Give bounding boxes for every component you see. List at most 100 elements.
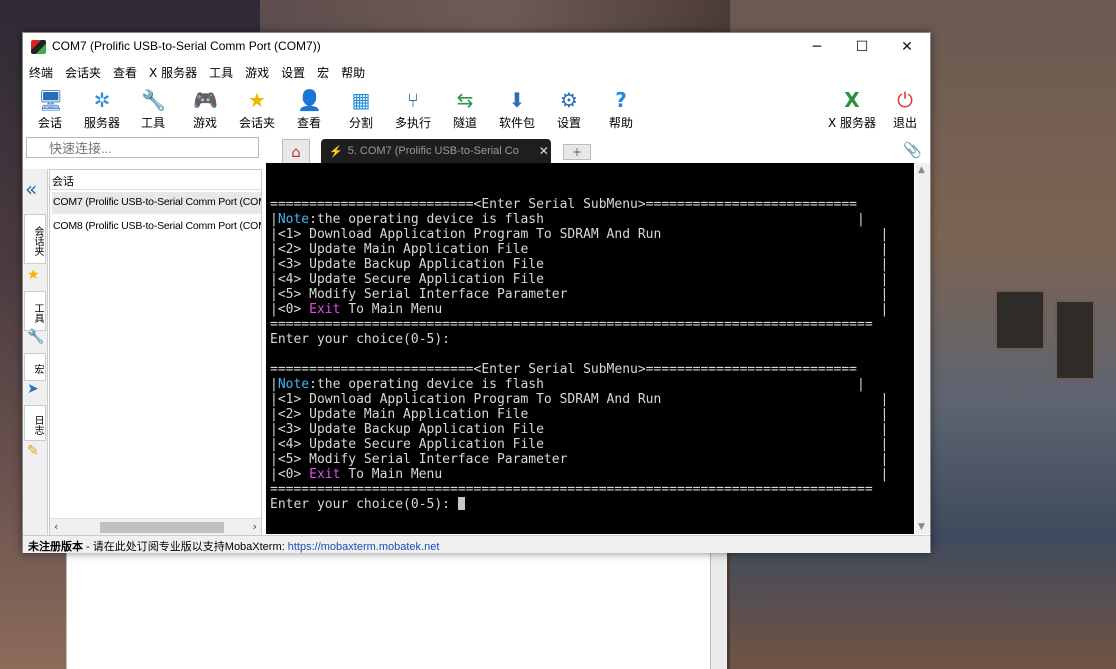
terminal-line: |<4> Update Secure Application File | bbox=[270, 272, 888, 287]
terminal-line: |<3> Update Backup Application File | bbox=[270, 422, 888, 437]
menu-tools[interactable]: 工具 bbox=[209, 64, 233, 81]
terminal-text: Note bbox=[277, 377, 310, 392]
minimize-icon: ─ bbox=[812, 39, 822, 55]
sessions-horizontal-scrollbar[interactable]: ‹ › bbox=[50, 518, 261, 535]
terminal-cursor bbox=[457, 497, 465, 510]
sidebar-tab-strip: « 会话夹 ★ 工具 🔧 宏 ➤ 日志 ✎ bbox=[23, 169, 48, 536]
sidebar-tab-sessions[interactable]: 会话夹 bbox=[24, 214, 46, 264]
home-tab[interactable]: ⌂ bbox=[282, 139, 310, 163]
view-button[interactable]: 👤 查看 bbox=[283, 86, 335, 132]
close-button[interactable]: ✕ bbox=[884, 33, 930, 61]
minimize-button[interactable]: ─ bbox=[794, 33, 840, 61]
terminal-text: To Main Menu | bbox=[340, 467, 889, 482]
terminal-line: |Note:the operating device is flash | bbox=[270, 377, 888, 392]
tab-bar: ⌂ ⚡ 5. COM7 (Prolific USB-to-Serial Co ✕… bbox=[268, 137, 930, 163]
terminal-line: ==========================<Enter Serial … bbox=[270, 197, 888, 212]
status-message: - 请在此处订阅专业版以支持MobaXterm: bbox=[83, 541, 288, 553]
background-document-window bbox=[66, 552, 711, 669]
sidebar-tab-logs[interactable]: 日志 bbox=[24, 405, 46, 441]
attachment-icon[interactable]: 📎 bbox=[903, 141, 922, 159]
mobaxterm-link[interactable]: https://mobaxterm.mobatek.net bbox=[288, 541, 440, 553]
title-bar[interactable]: COM7 (Prolific USB-to-Serial Comm Port (… bbox=[23, 33, 930, 61]
terminal-text: Exit bbox=[309, 302, 341, 317]
unregistered-label: 未注册版本 bbox=[28, 541, 83, 553]
terminal-text: |<0> bbox=[270, 467, 310, 482]
x-server-icon: X bbox=[844, 88, 860, 112]
menu-x-server[interactable]: X 服务器 bbox=[149, 64, 197, 81]
terminal-line: Enter your choice(0-5): bbox=[270, 332, 888, 347]
sessions-header: 会话 bbox=[50, 170, 261, 190]
collapse-sidebar-icon[interactable]: « bbox=[25, 177, 37, 201]
serial-plug-icon: ⚡ bbox=[329, 145, 343, 158]
star-icon: ★ bbox=[27, 267, 40, 283]
home-icon: ⌂ bbox=[291, 142, 301, 161]
new-tab-button[interactable]: + bbox=[563, 144, 591, 160]
scroll-up-icon[interactable]: ▲ bbox=[918, 165, 925, 175]
terminal-area[interactable]: ==========================<Enter Serial … bbox=[266, 163, 914, 534]
sidebar-tab-macros[interactable]: 宏 bbox=[24, 353, 46, 381]
tab-close-icon[interactable]: ✕ bbox=[539, 144, 549, 158]
help-button[interactable]: ? 帮助 bbox=[595, 86, 647, 132]
terminal-text: :the operating device is flash | bbox=[309, 377, 865, 392]
terminal-line: |<2> Update Main Application File | bbox=[270, 407, 888, 422]
terminal-line: |<1> Download Application Program To SDR… bbox=[270, 392, 888, 407]
terminal-line: |<5> Modify Serial Interface Parameter | bbox=[270, 452, 888, 467]
tunnel-label: 隧道 bbox=[452, 116, 477, 130]
session-item-com7[interactable]: COM7 (Prolific USB-to-Serial Comm Port (… bbox=[52, 192, 261, 214]
split-button[interactable]: ▦ 分割 bbox=[335, 86, 387, 132]
terminal-text: To Main Menu | bbox=[340, 302, 889, 317]
multiexec-icon: ⑂ bbox=[407, 88, 419, 112]
maximize-icon: ☐ bbox=[855, 39, 869, 55]
packages-icon: ⬇ bbox=[508, 88, 526, 112]
packages-button[interactable]: ⬇ 软件包 bbox=[491, 86, 543, 132]
sidebar-tab-tools[interactable]: 工具 bbox=[24, 291, 46, 331]
settings-icon: ⚙ bbox=[560, 88, 578, 112]
terminal-text: | bbox=[270, 212, 278, 227]
terminal-line: |<0> Exit To Main Menu | bbox=[270, 467, 888, 482]
scroll-left-icon[interactable]: ‹ bbox=[54, 520, 58, 533]
send-icon: ➤ bbox=[27, 381, 39, 397]
quick-connect-input[interactable] bbox=[26, 137, 259, 158]
settings-button[interactable]: ⚙ 设置 bbox=[543, 86, 595, 132]
tools-button[interactable]: 🔧 工具 bbox=[127, 86, 179, 132]
session-button[interactable]: 🖥 会话 bbox=[24, 86, 76, 132]
menu-view[interactable]: 查看 bbox=[113, 64, 137, 81]
servers-button[interactable]: ✲ 服务器 bbox=[76, 86, 128, 132]
multiexec-button[interactable]: ⑂ 多执行 bbox=[387, 86, 439, 132]
terminal-text: :the operating device is flash | bbox=[309, 212, 865, 227]
sessions-folder-button[interactable]: ★ 会话夹 bbox=[231, 86, 283, 132]
x-server-label: X 服务器 bbox=[827, 116, 877, 130]
menu-terminal[interactable]: 终端 bbox=[29, 64, 53, 81]
terminal-text: | bbox=[270, 377, 278, 392]
session-item-com8[interactable]: COM8 (Prolific USB-to-Serial Comm Port (… bbox=[52, 216, 261, 238]
terminal-vertical-scrollbar[interactable]: ▲ ▼ bbox=[915, 163, 930, 534]
menu-sessions[interactable]: 会话夹 bbox=[65, 64, 101, 81]
maximize-button[interactable]: ☐ bbox=[839, 33, 885, 61]
exit-button[interactable]: ⏻ 退出 bbox=[879, 86, 931, 132]
terminal-text: |<5> Modify Serial Interface Parameter | bbox=[270, 452, 889, 467]
games-button[interactable]: 🎮 游戏 bbox=[179, 86, 231, 132]
scroll-right-icon[interactable]: › bbox=[253, 520, 257, 533]
mobaxterm-window: COM7 (Prolific USB-to-Serial Comm Port (… bbox=[22, 32, 931, 553]
session-label: 会话 bbox=[37, 116, 62, 130]
tunnel-button[interactable]: ⇆ 隧道 bbox=[439, 86, 491, 132]
split-icon: ▦ bbox=[351, 88, 371, 112]
menu-macros[interactable]: 宏 bbox=[317, 64, 329, 81]
exit-label: 退出 bbox=[892, 116, 917, 130]
tools-label: 工具 bbox=[140, 116, 165, 130]
terminal-line: ========================================… bbox=[270, 317, 888, 332]
tab-com7[interactable]: ⚡ 5. COM7 (Prolific USB-to-Serial Co ✕ bbox=[321, 139, 551, 163]
servers-icon: ✲ bbox=[93, 88, 111, 112]
x-server-button[interactable]: X X 服务器 bbox=[823, 86, 881, 132]
terminal-output: ==========================<Enter Serial … bbox=[270, 197, 888, 512]
scrollbar-thumb[interactable] bbox=[100, 522, 224, 533]
menu-help[interactable]: 帮助 bbox=[341, 64, 365, 81]
menu-settings[interactable]: 设置 bbox=[281, 64, 305, 81]
menu-bar: 终端 会话夹 查看 X 服务器 工具 游戏 设置 宏 帮助 bbox=[23, 62, 930, 82]
close-icon: ✕ bbox=[901, 39, 913, 55]
tools-icon: 🔧 bbox=[141, 88, 166, 112]
multiexec-label: 多执行 bbox=[394, 116, 431, 130]
scroll-down-icon[interactable]: ▼ bbox=[918, 522, 925, 532]
menu-games[interactable]: 游戏 bbox=[245, 64, 269, 81]
